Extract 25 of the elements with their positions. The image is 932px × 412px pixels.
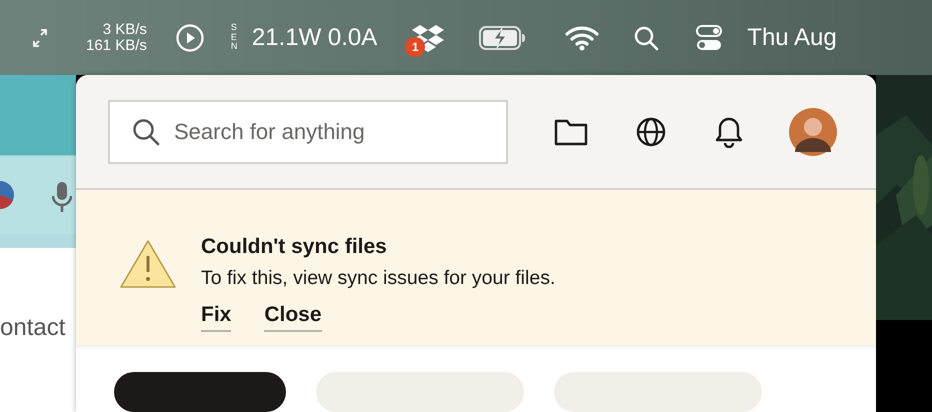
microphone-icon	[52, 182, 72, 214]
alert-title: Couldn't sync files	[201, 235, 388, 260]
wifi-icon[interactable]	[565, 24, 600, 50]
clock[interactable]: Thu Aug	[747, 24, 837, 52]
alert-message: To fix this, view sync issues for your files.	[201, 267, 556, 290]
expand-icon[interactable]	[32, 28, 48, 48]
power-reading[interactable]: 21.1W 0.0A	[252, 24, 378, 52]
control-center-icon[interactable]	[695, 24, 724, 52]
warning-icon	[119, 238, 177, 290]
avatar[interactable]	[789, 108, 837, 156]
upload-speed: 3 KB/s	[102, 22, 147, 38]
search-field[interactable]: Search for anything	[108, 100, 508, 164]
bell-icon[interactable]	[714, 116, 744, 148]
notification-badge: 1	[405, 36, 426, 56]
filter-chip[interactable]	[114, 372, 286, 412]
globe-icon[interactable]	[635, 116, 667, 148]
alert-action-link[interactable]: Fix	[201, 303, 232, 332]
page-text: ontact	[0, 314, 66, 341]
download-speed: 161 KB/s	[86, 38, 147, 54]
sensor-label: SEN	[230, 22, 238, 52]
battery-charging-icon[interactable]	[479, 26, 528, 50]
search-icon[interactable]	[633, 24, 660, 50]
play-icon[interactable]	[174, 22, 205, 52]
pie-chart-icon	[0, 181, 14, 209]
alert-action-link[interactable]: Close	[264, 303, 322, 332]
